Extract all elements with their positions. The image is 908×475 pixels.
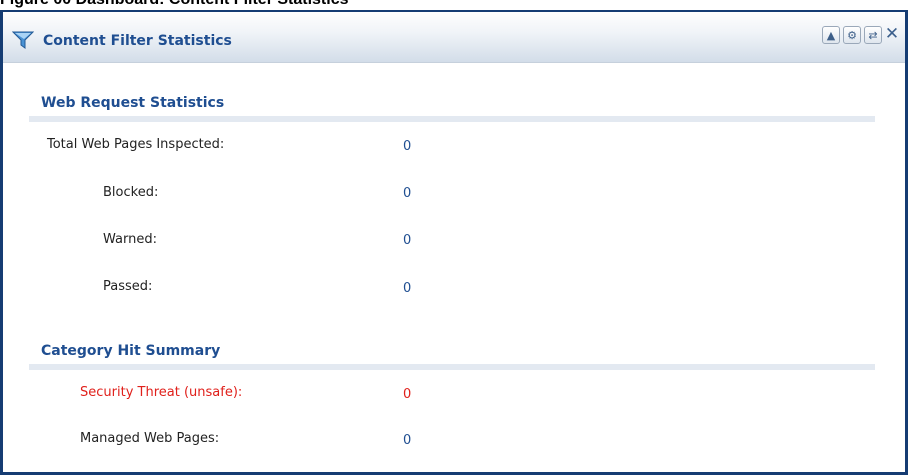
- security-threat-value: 0: [403, 387, 412, 402]
- settings-icon[interactable]: ⚙: [843, 26, 861, 44]
- funnel-icon: [11, 30, 35, 50]
- figure-caption: Figure 00 Dashboard: Content Filter Stat…: [0, 0, 908, 9]
- total-inspected-value: 0: [403, 139, 412, 154]
- refresh-icon[interactable]: ⇄: [864, 26, 882, 44]
- widget-controls: ▲ ⚙ ⇄ ✕: [822, 25, 899, 44]
- collapse-icon[interactable]: ▲: [822, 26, 840, 44]
- content-filter-widget: Content Filter Statistics ▲ ⚙ ⇄ ✕ Web Re…: [0, 10, 908, 475]
- passed-value: 0: [403, 281, 412, 296]
- security-threat-label: Security Threat (unsafe):: [80, 385, 243, 400]
- warned-value: 0: [403, 233, 412, 248]
- managed-pages-value: 0: [403, 433, 412, 448]
- total-inspected-label: Total Web Pages Inspected:: [47, 137, 225, 152]
- blocked-label: Blocked:: [103, 185, 159, 200]
- widget-header: Content Filter Statistics ▲ ⚙ ⇄ ✕: [3, 12, 905, 63]
- warned-label: Warned:: [103, 232, 157, 247]
- passed-label: Passed:: [103, 279, 153, 294]
- blocked-value: 0: [403, 186, 412, 201]
- managed-pages-label: Managed Web Pages:: [80, 431, 220, 446]
- web-request-heading: Web Request Statistics: [41, 95, 225, 111]
- widget-title: Content Filter Statistics: [43, 33, 232, 49]
- section-divider: [29, 364, 875, 370]
- close-icon[interactable]: ✕: [885, 25, 899, 42]
- section-divider: [29, 116, 875, 122]
- category-hit-heading: Category Hit Summary: [41, 343, 221, 359]
